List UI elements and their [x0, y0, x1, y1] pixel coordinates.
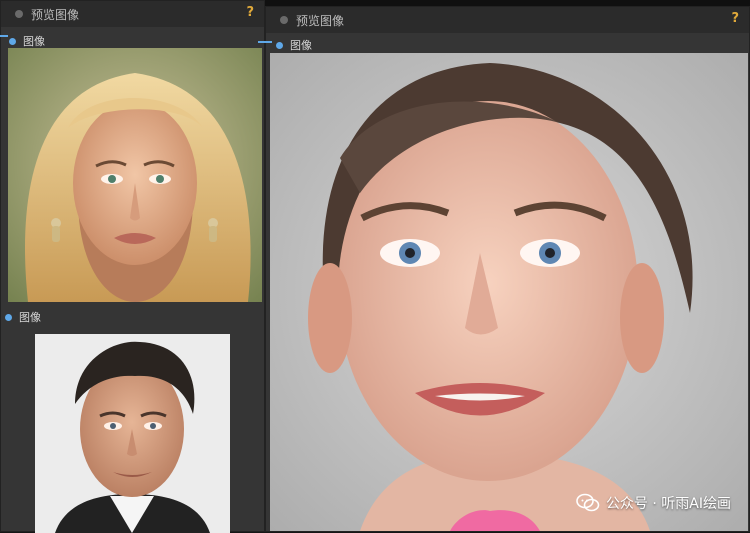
- watermark-text: 公众号 · 听雨AI绘画: [605, 496, 731, 512]
- slot-connector-icon[interactable]: [9, 37, 16, 45]
- preview-image-woman: [8, 48, 262, 302]
- wechat-icon: [576, 493, 600, 513]
- collapse-dot-icon[interactable]: [15, 10, 23, 18]
- help-icon[interactable]: ?: [246, 5, 254, 20]
- preview-image-node-right[interactable]: 预览图像 ? 图像 公众号 · 听雨AI绘画: [265, 6, 750, 532]
- node-title: 预览图像: [296, 13, 345, 28]
- link-wire: [258, 41, 272, 43]
- image-slot[interactable]: 图像: [9, 33, 45, 49]
- watermark: 公众号 · 听雨AI绘画: [576, 493, 731, 513]
- link-wire: [0, 35, 8, 37]
- slot-label: 图像: [23, 35, 45, 48]
- man-portrait-image: [35, 334, 230, 533]
- preview-image-girl: [270, 53, 748, 531]
- slot-connector-icon[interactable]: [276, 41, 283, 49]
- collapse-dot-icon[interactable]: [280, 16, 288, 24]
- slot-label: 图像: [290, 39, 312, 52]
- preview-image-man: [35, 334, 230, 533]
- woman-portrait-image: [8, 48, 262, 302]
- node-header[interactable]: 预览图像 ?: [1, 1, 264, 27]
- help-icon[interactable]: ?: [731, 11, 739, 26]
- image-slot[interactable]: 图像: [276, 37, 312, 53]
- slot-connector-icon[interactable]: [5, 313, 12, 321]
- girl-portrait-image: [270, 53, 748, 531]
- node-header[interactable]: 预览图像 ?: [266, 7, 749, 33]
- slot-label: 图像: [19, 311, 41, 324]
- image-slot[interactable]: 图像: [5, 309, 41, 325]
- preview-image-node-left[interactable]: 预览图像 ? 图像 图像: [0, 0, 265, 533]
- node-title: 预览图像: [31, 7, 80, 22]
